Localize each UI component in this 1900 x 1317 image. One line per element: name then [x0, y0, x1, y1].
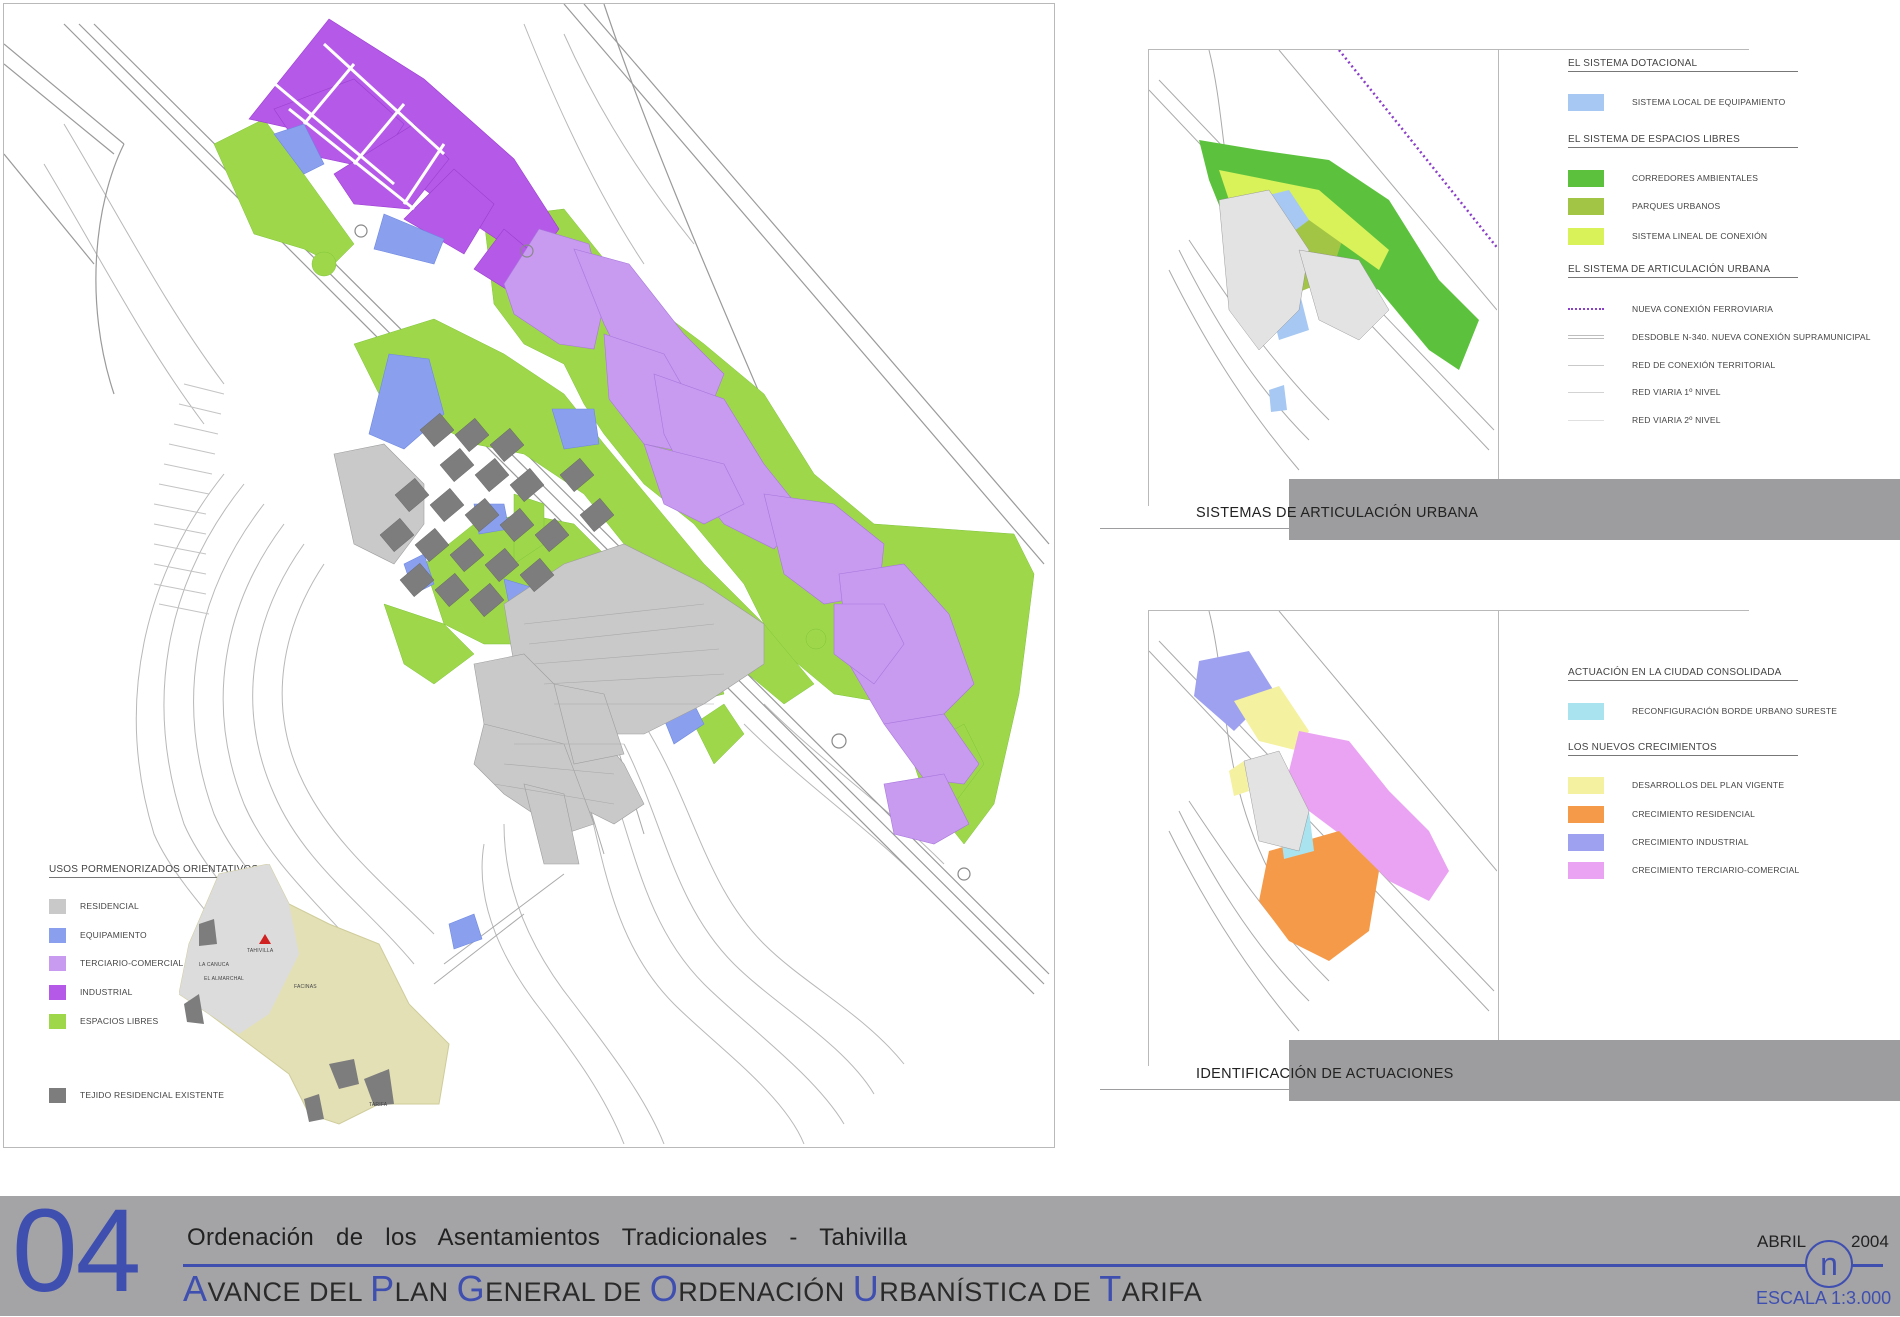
legend-title-nuevos-crecimientos: LOS NUEVOS CRECIMIENTOS: [1568, 742, 1798, 756]
panel-actuaciones-underline: [1100, 1089, 1300, 1090]
panel-sistemas-divider: [1498, 49, 1499, 479]
legend-line: [1568, 391, 1604, 393]
plan-title-part: RBANÍSTICA DE: [879, 1277, 1100, 1307]
legend-item-crec-terciario: CRECIMIENTO TERCIARIO-COMERCIAL: [1568, 861, 1799, 879]
legend-item-plan-vigente: DESARROLLOS DEL PLAN VIGENTE: [1568, 776, 1784, 794]
inset-label-facinas: FACINAS: [294, 984, 317, 990]
plan-title-part: T: [1099, 1268, 1122, 1309]
legend-swatch: [1568, 169, 1604, 187]
legend-item-residencial: RESIDENCIAL: [49, 897, 139, 915]
legend-swatch: [1568, 197, 1604, 215]
inset-label-el-almarchal: EL ALMARCHAL: [204, 976, 245, 982]
slope-ticks: [153, 383, 225, 615]
legend-swatch: [1568, 833, 1604, 851]
legend-item-equipamiento: EQUIPAMIENTO: [49, 926, 147, 944]
plan-title-part: RDENACIÓN: [678, 1277, 853, 1307]
legend-item-red-territorial: RED DE CONEXIÓN TERRITORIAL: [1568, 356, 1775, 374]
legend-item-corredores: CORREDORES AMBIENTALES: [1568, 169, 1758, 187]
plan-title-part: U: [852, 1268, 880, 1309]
logo-n-icon: n: [1805, 1240, 1853, 1288]
date-year: 2004: [1851, 1232, 1889, 1251]
legend-line-double: [1568, 335, 1604, 339]
panel-sistemas-caption: SISTEMAS DE ARTICULACIÓN URBANA: [1196, 505, 1479, 521]
legend-swatch: [1568, 227, 1604, 245]
plan-title-part: P: [370, 1268, 395, 1309]
plan-title-part: O: [649, 1268, 679, 1309]
footer-rule: [183, 1264, 1883, 1267]
plan-title-part: ARIFA: [1121, 1277, 1203, 1307]
legend-item-ferroviaria: NUEVA CONEXIÓN FERROVIARIA: [1568, 300, 1773, 318]
inset-label-la-canuca: LA CANUCA: [199, 962, 230, 968]
legend-title-espacios-libres: EL SISTEMA DE ESPACIOS LIBRES: [1568, 134, 1798, 148]
legend-line: [1568, 364, 1604, 366]
legend-item-parques: PARQUES URBANOS: [1568, 197, 1720, 215]
legend-swatch: [1568, 93, 1604, 111]
plan-title-part: A: [183, 1268, 208, 1309]
legend-swatch: [49, 898, 66, 914]
legend-item-desdoble: DESDOBLE N-340. NUEVA CONEXIÓN SUPRAMUNI…: [1568, 328, 1871, 346]
plan-title-part: ENERAL DE: [485, 1277, 650, 1307]
legend-swatch: [1568, 861, 1604, 879]
legend-title-ciudad-consolidada: ACTUACIÓN EN LA CIUDAD CONSOLIDADA: [1568, 667, 1798, 681]
panel-actuaciones-caption: IDENTIFICACIÓN DE ACTUACIONES: [1196, 1066, 1454, 1082]
legend-swatch: [49, 955, 66, 971]
sheet-number: 04: [12, 1185, 141, 1317]
legend-item-terciario: TERCIARIO-COMERCIAL: [49, 954, 183, 972]
legend-item-crec-residencial: CRECIMIENTO RESIDENCIAL: [1568, 805, 1755, 823]
legend-item-crec-industrial: CRECIMIENTO INDUSTRIAL: [1568, 833, 1749, 851]
legend-item-industrial: INDUSTRIAL: [49, 983, 133, 1001]
sistemas-map: [1149, 50, 1497, 478]
legend-title-articulacion: EL SISTEMA DE ARTICULACIÓN URBANA: [1568, 264, 1798, 278]
legend-swatch: [49, 927, 66, 943]
panel-sistemas-underline: [1100, 528, 1300, 529]
legend-swatch: [1568, 702, 1604, 720]
legend-swatch: [1568, 776, 1604, 794]
legend-item-espacios-libres: ESPACIOS LIBRES: [49, 1012, 158, 1030]
legend-item-red-viaria-2: RED VIARIA 2º NIVEL: [1568, 411, 1721, 429]
panel-actuaciones-divider: [1498, 610, 1499, 1040]
sheet-subtitle: Ordenación de los Asentamientos Tradicio…: [187, 1224, 908, 1251]
plan-title-part: DEL: [309, 1277, 371, 1307]
date-month: ABRIL: [1757, 1232, 1807, 1251]
legend-line-dotted: [1568, 308, 1604, 310]
actuaciones-map: [1149, 611, 1497, 1039]
legend-swatch: [1568, 805, 1604, 823]
legend-swatch: [49, 1087, 66, 1103]
legend-title-dotacional: EL SISTEMA DOTACIONAL: [1568, 58, 1798, 72]
legend-item-red-viaria-1: RED VIARIA 1º NIVEL: [1568, 383, 1721, 401]
inset-location-map: TAHIVILLA LA CANUCA EL ALMARCHAL FACINAS…: [179, 864, 459, 1134]
legend-item-reconfiguracion: RECONFIGURACIÓN BORDE URBANO SURESTE: [1568, 702, 1837, 720]
legend-item-equipamiento-local: SISTEMA LOCAL DE EQUIPAMIENTO: [1568, 93, 1785, 111]
plan-title-part: G: [456, 1268, 486, 1309]
main-map: [4, 4, 1050, 1145]
legend-swatch: [49, 984, 66, 1000]
plan-title-part: LAN: [394, 1277, 457, 1307]
legend-item-sistema-lineal: SISTEMA LINEAL DE CONEXIÓN: [1568, 227, 1767, 245]
main-map-panel: USOS PORMENORIZADOS ORIENTATIVOS RESIDEN…: [3, 3, 1055, 1148]
plan-title-part: VANCE: [207, 1277, 310, 1307]
scale-label: ESCALA 1:3.000: [1756, 1288, 1892, 1308]
legend-line: [1568, 419, 1604, 421]
legend-swatch: [49, 1013, 66, 1029]
inset-label-tahivilla: TAHIVILLA: [247, 948, 274, 954]
plan-title: AVANCE DEL PLAN GENERAL DE ORDENACIÓN UR…: [183, 1268, 1202, 1310]
inset-label-tarifa: TARIFA: [369, 1102, 388, 1108]
